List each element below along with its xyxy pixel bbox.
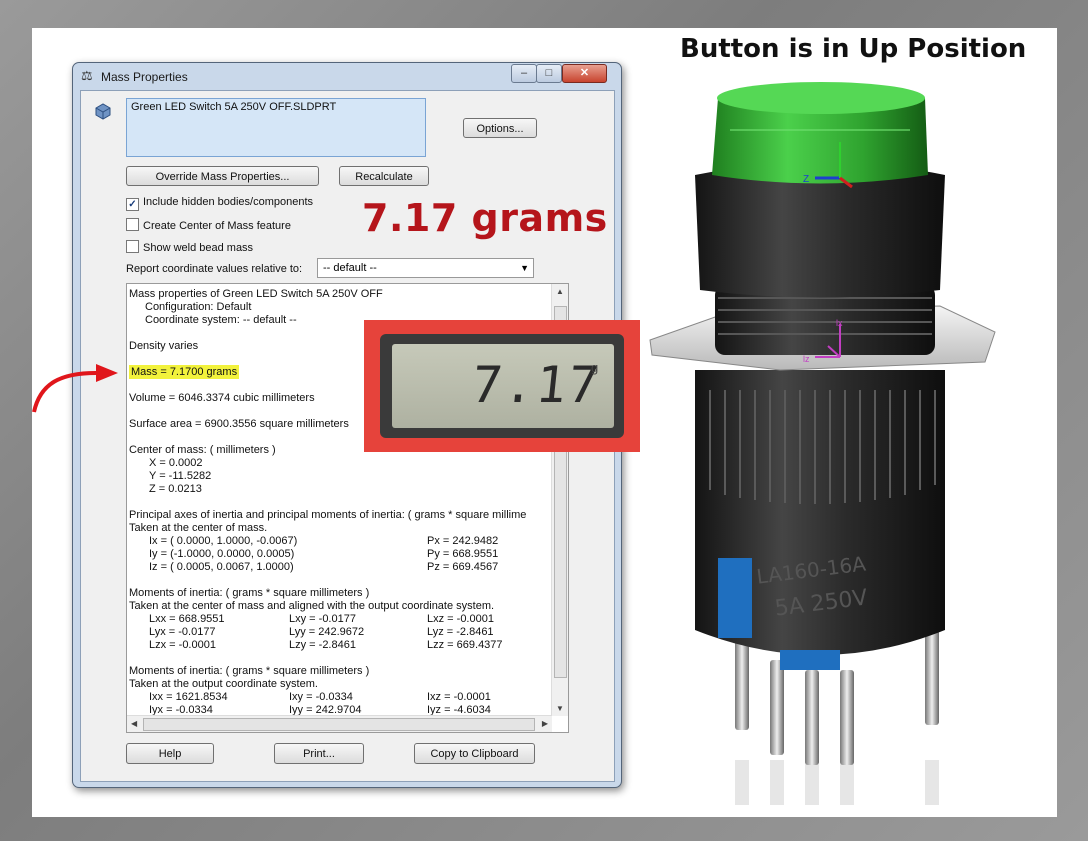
- results-principal-iy: Iy = (-1.0000, 0.0000, 0.0005): [149, 548, 295, 560]
- results-principal-pz: Pz = 669.4567: [427, 561, 499, 573]
- results-moi-cell: Lzx = -0.0001: [149, 639, 216, 651]
- results-moi-cell: Lyx = -0.0177: [149, 626, 216, 638]
- override-mass-properties-button[interactable]: Override Mass Properties...: [126, 166, 319, 186]
- results-mass: Mass = 7.1700 grams: [129, 365, 240, 379]
- results-com-z: Z = 0.0213: [149, 483, 202, 495]
- help-button[interactable]: Help: [126, 743, 214, 764]
- scale-unit: g: [591, 360, 599, 375]
- results-coordinate-system: Coordinate system: -- default --: [145, 314, 297, 326]
- results-configuration: Configuration: Default: [145, 301, 252, 313]
- scale-reading: 7.17: [468, 356, 604, 414]
- results-moi2-cell: Ixx = 1621.8534: [149, 691, 228, 703]
- triad-lz-label: lz: [803, 354, 810, 364]
- scroll-down-icon[interactable]: ▼: [556, 704, 564, 713]
- part-icon: [93, 101, 113, 126]
- headline: Button is in Up Position: [680, 34, 1027, 64]
- recalculate-button[interactable]: Recalculate: [339, 166, 429, 186]
- results-principal-header: Principal axes of inertia and principal …: [129, 509, 527, 521]
- dialog-title: Mass Properties: [101, 70, 188, 84]
- print-button[interactable]: Print...: [274, 743, 364, 764]
- results-horizontal-scrollbar[interactable]: ◀ ▶: [127, 715, 552, 732]
- results-moi-cell: Lxz = -0.0001: [427, 613, 494, 625]
- results-com-x: X = 0.0002: [149, 457, 203, 469]
- results-moi-sub: Taken at the center of mass and aligned …: [129, 600, 495, 612]
- coordinate-system-select[interactable]: -- default -- ▼: [317, 258, 534, 278]
- create-com-label: Create Center of Mass feature: [143, 220, 291, 232]
- switch-3d-render: Z lx lz LA160-16A 5A 250V: [649, 82, 996, 805]
- results-moi2-sub: Taken at the output coordinate system.: [129, 678, 318, 690]
- results-volume: Volume = 6046.3374 cubic millimeters: [129, 392, 315, 404]
- create-com-checkbox-row[interactable]: Create Center of Mass feature: [126, 218, 291, 232]
- results-header: Mass properties of Green LED Switch 5A 2…: [129, 288, 383, 300]
- results-surface-area: Surface area = 6900.3556 square millimet…: [129, 418, 349, 430]
- results-moi-cell: Lxy = -0.0177: [289, 613, 356, 625]
- results-principal-px: Px = 242.9482: [427, 535, 499, 547]
- minimize-button[interactable]: –: [511, 64, 537, 83]
- chevron-down-icon: ▼: [520, 263, 529, 273]
- red-arrow-icon: [32, 364, 118, 413]
- scroll-up-icon[interactable]: ▲: [556, 287, 564, 296]
- coordinate-system-value: -- default --: [323, 262, 377, 274]
- options-button[interactable]: Options...: [463, 118, 537, 138]
- triad-lx-label: lx: [836, 318, 843, 328]
- show-weld-checkbox-row[interactable]: Show weld bead mass: [126, 240, 253, 254]
- results-principal-py: Py = 668.9551: [427, 548, 499, 560]
- horizontal-scroll-thumb[interactable]: [143, 718, 535, 731]
- report-coordinates-label: Report coordinate values relative to:: [126, 263, 303, 275]
- results-moi-cell: Lzy = -2.8461: [289, 639, 356, 651]
- maximize-button[interactable]: □: [536, 64, 562, 83]
- selected-items-box[interactable]: Green LED Switch 5A 250V OFF.SLDPRT: [126, 98, 426, 157]
- results-moi2-cell: Ixz = -0.0001: [427, 691, 491, 703]
- include-hidden-checkbox[interactable]: ✓: [126, 198, 139, 211]
- triad-z-label: Z: [803, 174, 809, 185]
- results-moi-cell: Lyz = -2.8461: [427, 626, 494, 638]
- results-principal-sub: Taken at the center of mass.: [129, 522, 268, 534]
- close-button[interactable]: ✕: [562, 64, 607, 83]
- include-hidden-checkbox-row[interactable]: ✓ Include hidden bodies/components: [126, 196, 314, 211]
- show-weld-checkbox[interactable]: [126, 240, 139, 253]
- results-moi2-cell: Ixy = -0.0334: [289, 691, 353, 703]
- scroll-right-icon[interactable]: ▶: [542, 719, 548, 728]
- show-weld-label: Show weld bead mass: [143, 242, 254, 254]
- results-com-header: Center of mass: ( millimeters ): [129, 444, 276, 456]
- results-moi-cell: Lzz = 669.4377: [427, 639, 503, 651]
- results-com-y: Y = -11.5282: [149, 470, 212, 482]
- results-moi-cell: Lxx = 668.9551: [149, 613, 225, 625]
- results-moi-header: Moments of inertia: ( grams * square mil…: [129, 587, 370, 599]
- results-principal-iz: Iz = ( 0.0005, 0.0067, 1.0000): [149, 561, 294, 573]
- scale-icon: ⚖: [81, 68, 93, 83]
- mass-highlight: Mass = 7.1700 grams: [129, 365, 240, 379]
- dialog-titlebar[interactable]: ⚖ Mass Properties – □ ✕: [73, 63, 621, 89]
- results-density: Density varies: [129, 340, 199, 352]
- include-hidden-label: Include hidden bodies/components: [143, 196, 314, 208]
- copy-to-clipboard-button[interactable]: Copy to Clipboard: [414, 743, 535, 764]
- results-principal-ix: Ix = ( 0.0000, 1.0000, -0.0067): [149, 535, 298, 547]
- results-moi-cell: Lyy = 242.9672: [289, 626, 365, 638]
- create-com-checkbox[interactable]: [126, 218, 139, 231]
- scroll-left-icon[interactable]: ◀: [131, 719, 137, 728]
- mass-callout: 7.17 grams: [362, 196, 608, 240]
- results-moi2-header: Moments of inertia: ( grams * square mil…: [129, 665, 370, 677]
